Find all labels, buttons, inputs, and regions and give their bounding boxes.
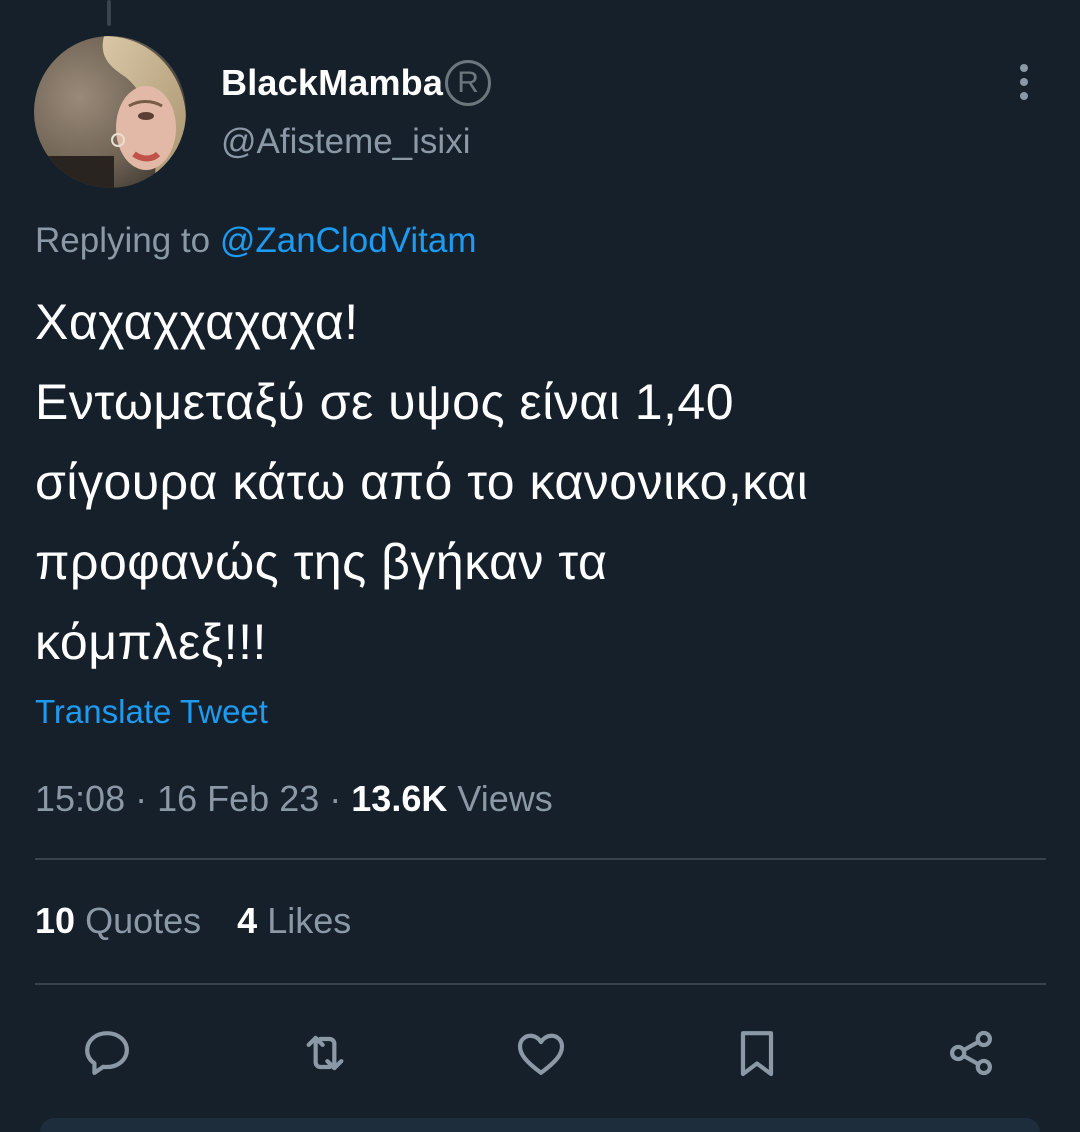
- translate-tweet-link[interactable]: Translate Tweet: [35, 693, 268, 731]
- bookmark-button[interactable]: [728, 1024, 786, 1082]
- tweet-text-line: Χαχαχχαχαχα!: [35, 294, 359, 350]
- likes-label: Likes: [267, 900, 352, 941]
- like-button[interactable]: [512, 1024, 570, 1082]
- tweet-text-line: προφανώς της βγήκαν τα: [35, 534, 608, 590]
- quotes-stat[interactable]: 10 Quotes: [35, 900, 201, 942]
- retweet-icon: [306, 1035, 344, 1071]
- share-icon: [950, 1030, 992, 1076]
- divider: [35, 983, 1046, 985]
- meta-separator: ·: [135, 778, 148, 819]
- meta-separator: ·: [329, 778, 342, 819]
- tweet-meta: 15:08 · 16 Feb 23 · 13.6K Views: [35, 778, 553, 820]
- quotes-label: Quotes: [85, 900, 202, 941]
- retweet-button[interactable]: [296, 1024, 354, 1082]
- tweet-time[interactable]: 15:08: [35, 778, 125, 819]
- likes-stat[interactable]: 4 Likes: [237, 900, 351, 942]
- divider: [35, 858, 1046, 860]
- likes-count: 4: [237, 900, 258, 941]
- avatar-image: [34, 36, 186, 188]
- replying-to-mention[interactable]: @ZanClodVitam: [220, 221, 477, 260]
- bottom-reply-bar-edge: [40, 1118, 1040, 1132]
- avatar[interactable]: [34, 36, 186, 188]
- tweet-text-line: κόμπλεξ!!!: [35, 614, 267, 670]
- quotes-count: 10: [35, 900, 76, 941]
- tweet-text: Χαχαχχαχαχα! Εντωμεταξύ σε υψος είναι 1,…: [35, 282, 1045, 682]
- thread-connector-line: [107, 0, 111, 26]
- replying-to-line: Replying to @ZanClodVitam: [35, 221, 477, 261]
- tweet-text-line: Εντωμεταξύ σε υψος είναι 1,40: [35, 374, 735, 430]
- tweet-text-line: σίγουρα κάτω από το κανονικο,και: [35, 454, 809, 510]
- reply-icon: [85, 1031, 129, 1075]
- views-label: Views: [457, 778, 553, 819]
- dot: [1020, 64, 1028, 72]
- author-name-row[interactable]: BlackMamba R: [221, 60, 492, 106]
- display-name[interactable]: BlackMamba: [221, 62, 443, 104]
- bookmark-icon: [740, 1031, 774, 1077]
- engagement-stats: 10 Quotes 4 Likes: [35, 900, 351, 942]
- registered-badge-icon: R: [445, 60, 492, 106]
- more-options-icon[interactable]: [1006, 60, 1042, 104]
- user-handle[interactable]: @Afisteme_isixi: [221, 122, 470, 162]
- share-button[interactable]: [942, 1024, 1000, 1082]
- heart-icon: [517, 1033, 565, 1075]
- tweet-date[interactable]: 16 Feb 23: [157, 778, 319, 819]
- replying-prefix: Replying to: [35, 221, 211, 260]
- views-count: 13.6K: [351, 778, 448, 819]
- reply-button[interactable]: [78, 1024, 136, 1082]
- dot: [1020, 92, 1028, 100]
- dot: [1020, 78, 1028, 86]
